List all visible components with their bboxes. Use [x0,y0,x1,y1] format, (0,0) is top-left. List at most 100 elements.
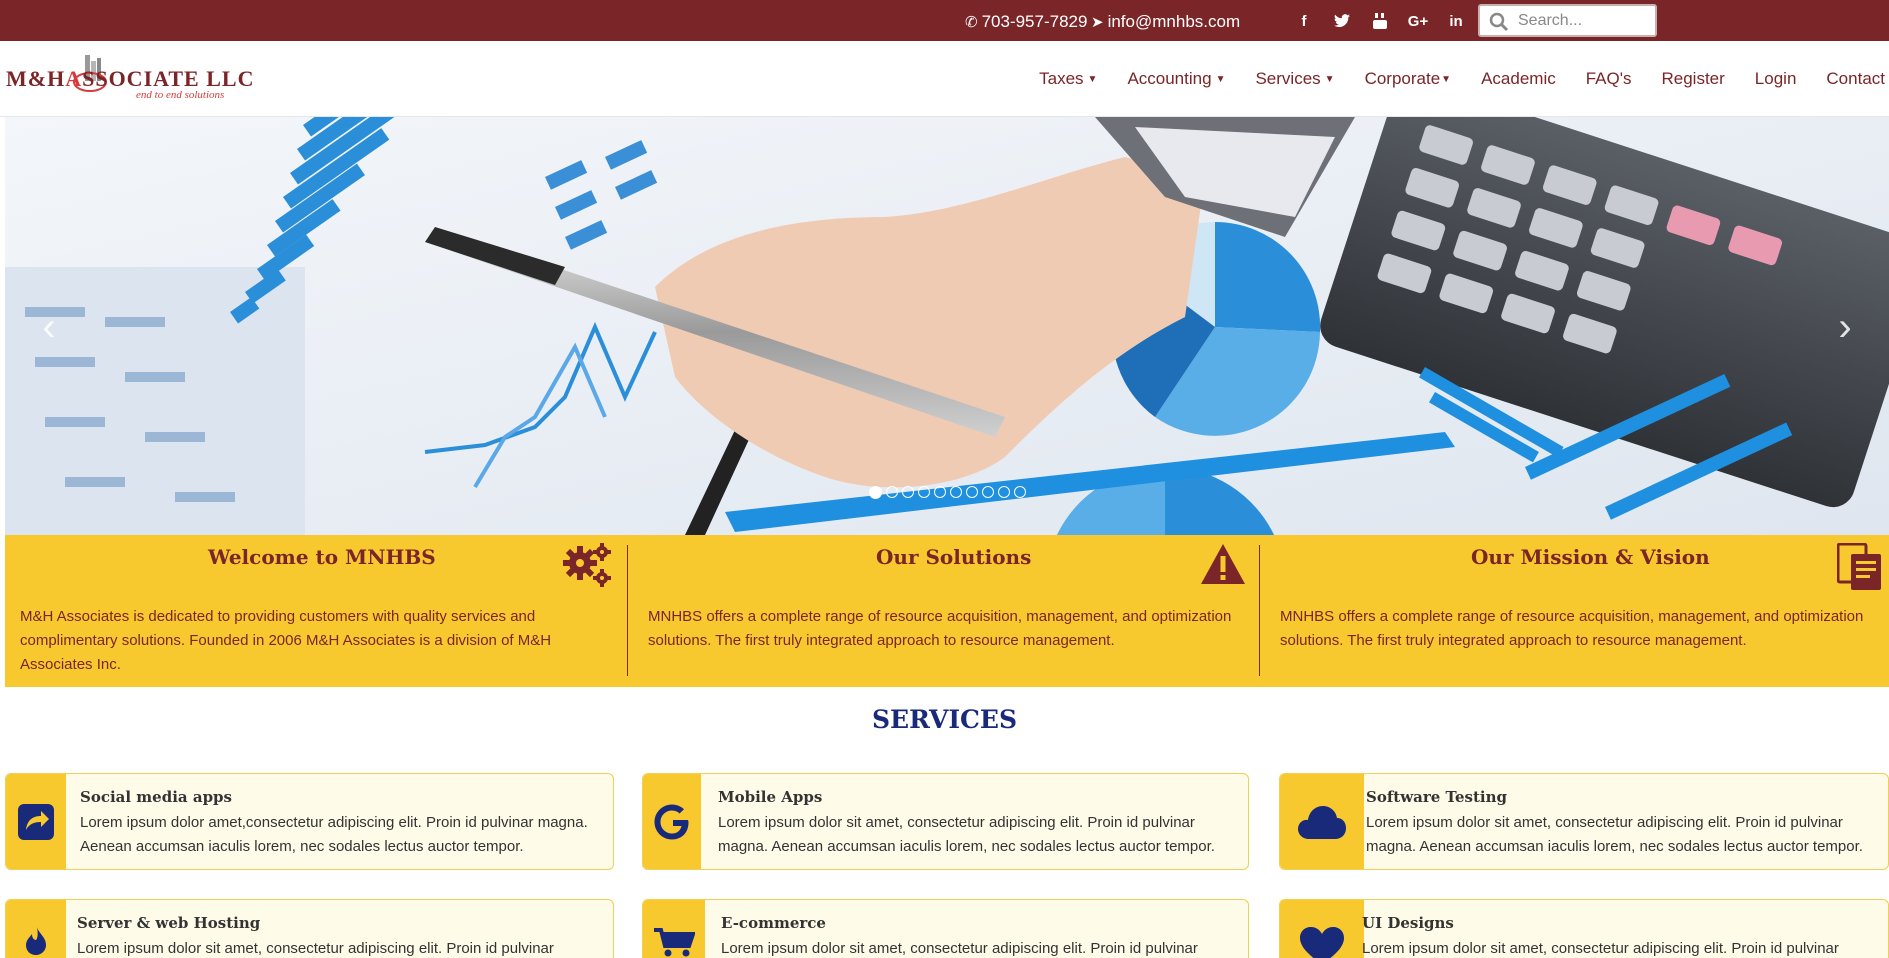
share-icon [18,803,54,840]
carousel-indicator[interactable] [982,486,994,498]
facebook-icon[interactable]: f [1285,8,1323,34]
carousel-indicator[interactable] [966,486,978,498]
service-card-mobile-apps[interactable]: Mobile Apps Lorem ipsum dolor sit amet, … [642,773,1249,870]
nav-services-label: Services [1255,69,1321,88]
services-heading: SERVICES [871,705,1018,734]
email-contact[interactable]: ➤ info@mnhbs.com [1091,12,1240,32]
carousel-prev-button[interactable]: ‹ [29,305,69,349]
nav-register[interactable]: Register [1661,69,1724,89]
service-text: Lorem ipsum dolor sit amet, consectetur … [77,940,554,957]
mission-text: MNHBS offers a complete range of resourc… [1280,608,1864,649]
social-links: f G+ in [1285,8,1475,34]
top-bar: ✆ 703-957-7829 ➤ info@mnhbs.com f G+ in [0,0,1889,41]
carousel-indicator[interactable] [934,486,946,498]
documents-icon [1837,543,1881,590]
google-plus-icon[interactable]: G+ [1399,8,1437,34]
service-card-ecommerce[interactable]: E-commerce Lorem ipsum dolor sit amet, c… [642,899,1249,958]
logo-text-a: A [65,66,83,91]
search-icon [1489,12,1509,32]
carousel-indicator[interactable] [902,486,914,498]
heart-icon [1300,927,1344,958]
solutions-title: Our Solutions [876,545,1032,569]
search-box[interactable] [1478,4,1657,37]
service-title: E-commerce [721,914,826,932]
search-input[interactable] [1518,10,1648,32]
carousel-indicator[interactable] [869,486,882,499]
service-title: Mobile Apps [718,788,823,806]
service-text: Lorem ipsum dolor amet,consectetur adipi… [80,814,588,855]
nav-corporate-label: Corporate [1364,69,1441,88]
nav-corporate[interactable]: Corporate▼ [1365,69,1452,89]
info-band: Welcome to MNHBS M&H Associates is dedic… [5,535,1889,687]
carousel-indicator[interactable] [918,486,930,498]
paper-plane-icon: ➤ [1091,14,1104,31]
service-text: Lorem ipsum dolor sit amet, consectetur … [1366,814,1863,855]
carousel-next-button[interactable]: › [1825,305,1865,349]
band-divider [1259,545,1260,676]
carousel-indicator[interactable] [950,486,962,498]
service-icon-box [1280,774,1364,869]
carousel-indicators [869,486,1030,499]
phone-number: 703-957-7829 [981,12,1088,31]
solutions-text: MNHBS offers a complete range of resourc… [648,608,1232,649]
flame-icon [26,927,46,955]
mission-title: Our Mission & Vision [1471,545,1710,569]
welcome-title: Welcome to MNHBS [208,545,436,569]
service-title: Software Testing [1366,788,1507,806]
nav-services[interactable]: Services ▼ [1255,69,1334,89]
service-title: Social media apps [80,788,232,806]
welcome-text: M&H Associates is dedicated to providing… [20,608,552,673]
service-title: Server & web Hosting [77,914,261,932]
service-title: UI Designs [1362,914,1454,932]
service-icon-box [6,774,66,869]
solutions-block: Our Solutions MNHBS offers a complete ra… [633,535,1263,687]
google-icon [654,804,689,839]
caret-down-icon: ▼ [1215,74,1226,86]
phone-contact[interactable]: ✆ 703-957-7829 [965,12,1087,32]
nav-taxes[interactable]: Taxes ▼ [1039,69,1097,89]
phone-icon: ✆ [965,14,978,31]
mission-block: Our Mission & Vision MNHBS offers a comp… [1265,535,1889,687]
service-text: Lorem ipsum dolor sit amet, consectetur … [1362,940,1839,957]
welcome-block: Welcome to MNHBS M&H Associates is dedic… [5,535,627,687]
nav-academic[interactable]: Academic [1481,69,1556,89]
service-icon-box [1280,900,1364,958]
service-icon-box [6,900,66,958]
band-divider [627,545,628,676]
linkedin-icon[interactable]: in [1437,8,1475,34]
service-text: Lorem ipsum dolor sit amet, consectetur … [721,940,1198,957]
cart-icon [654,928,695,957]
service-card-ui-designs[interactable]: UI Designs Lorem ipsum dolor sit amet, c… [1279,899,1889,958]
service-card-hosting[interactable]: Server & web Hosting Lorem ipsum dolor s… [5,899,614,958]
nav-taxes-label: Taxes [1039,69,1084,88]
nav-accounting-label: Accounting [1127,69,1212,88]
nav-contact[interactable]: Contact [1826,69,1885,89]
carousel-indicator[interactable] [1014,486,1026,498]
caret-down-icon: ▼ [1087,74,1098,86]
carousel-indicator[interactable] [998,486,1010,498]
nav-menu: Taxes ▼ Accounting ▼ Services ▼ Corporate▼ … [1009,41,1885,117]
twitter-icon[interactable] [1323,8,1361,34]
site-logo[interactable]: M&HASSOCIATE LLC end to end solutions [6,52,261,108]
email-address: info@mnhbs.com [1107,12,1241,31]
nav-login[interactable]: Login [1755,69,1797,89]
service-icon-box [643,774,701,869]
caret-down-icon: ▼ [1324,74,1335,86]
nav-accounting[interactable]: Accounting ▼ [1127,69,1225,89]
service-card-software-testing[interactable]: Software Testing Lorem ipsum dolor sit a… [1279,773,1889,870]
service-icon-box [643,900,705,958]
caret-down-icon: ▼ [1441,74,1452,86]
logo-text-rest: SSOCIATE LLC [82,66,255,91]
hero-image [5,117,1889,535]
logo-text-mh: M&H [6,66,66,91]
service-text: Lorem ipsum dolor sit amet, consectetur … [718,814,1215,855]
logo-tagline: end to end solutions [136,89,225,101]
gears-icon [563,543,611,587]
youtube-icon[interactable] [1361,8,1399,34]
cloud-icon [1298,805,1346,839]
nav-faqs[interactable]: FAQ's [1586,69,1632,89]
main-navbar: M&HASSOCIATE LLC end to end solutions Ta… [0,41,1889,117]
service-card-social-media[interactable]: Social media apps Lorem ipsum dolor amet… [5,773,614,870]
carousel-indicator[interactable] [886,486,898,498]
hero-carousel: ‹ › [5,117,1889,535]
